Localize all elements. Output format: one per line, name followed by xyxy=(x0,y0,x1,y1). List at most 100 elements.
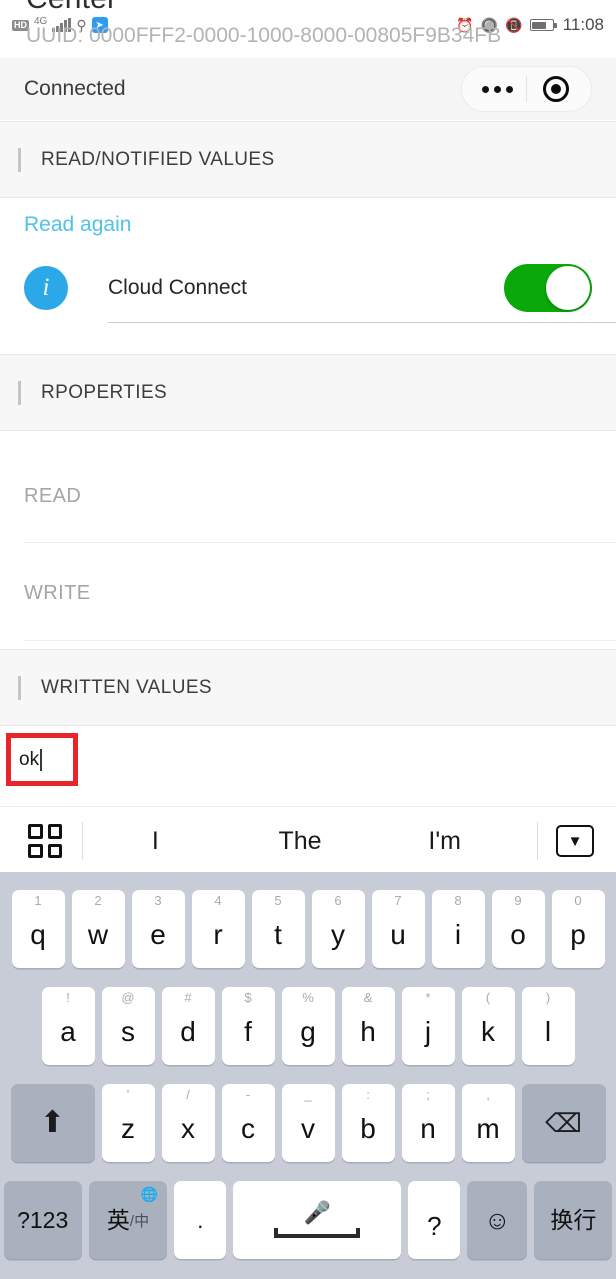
enter-key[interactable]: 换行 xyxy=(534,1181,613,1259)
key-sup: 5 xyxy=(274,893,282,908)
connection-status-label: Connected xyxy=(24,77,126,100)
key-n[interactable]: ; n xyxy=(401,1084,455,1162)
key-label: r xyxy=(213,919,223,950)
characteristic-uuid: UUID: 0000FFF2-0000-1000-8000-00805F9B34… xyxy=(26,24,502,47)
key-sup: @ xyxy=(121,990,135,1005)
keyboard-row-3: ⬆ ' z / x -c _ v :b ; n ,m ⌫ xyxy=(0,1065,616,1162)
clock-label: 11:08 xyxy=(562,15,604,34)
key-label: i xyxy=(454,919,462,950)
key-j[interactable]: * j xyxy=(401,987,455,1065)
key-sup: : xyxy=(366,1087,370,1102)
value-row-cloud-connect[interactable]: i Cloud Connect xyxy=(0,250,616,326)
globe-icon: 🌐 xyxy=(140,1186,159,1202)
key-sup: 2 xyxy=(94,893,102,908)
key-m[interactable]: ,m xyxy=(461,1084,515,1162)
annotation-highlight-box: ok xyxy=(6,733,78,786)
key-f[interactable]: $ f xyxy=(221,987,275,1065)
key-label: 换行 xyxy=(550,1206,597,1233)
key-label: f xyxy=(244,1016,252,1047)
written-value-input-area[interactable]: ok xyxy=(0,726,616,802)
backspace-icon: ⌫ xyxy=(545,1108,582,1138)
key-sup: % xyxy=(302,990,314,1005)
key-label: q xyxy=(30,919,46,950)
grid-icon[interactable] xyxy=(28,824,62,858)
read-again-link[interactable]: Read again xyxy=(0,205,616,245)
key-sup: * xyxy=(425,990,431,1005)
header-action-group xyxy=(461,66,592,112)
key-c[interactable]: -c xyxy=(221,1084,275,1162)
record-icon xyxy=(543,76,569,102)
suggestion-word-2[interactable]: The xyxy=(228,827,373,856)
section-header-properties: RPOPERTIES xyxy=(0,354,616,431)
key-sup: 3 xyxy=(154,893,162,908)
key-w[interactable]: 2w xyxy=(71,890,125,968)
section-title: WRITTEN VALUES xyxy=(41,676,212,698)
virtual-keyboard: 1q 2w 3e 4r 5t 6y 7u 8i 9o 0p ! a @ s # d $… xyxy=(0,872,616,1279)
key-v[interactable]: _ v xyxy=(281,1084,335,1162)
section-title: READ/NOTIFIED VALUES xyxy=(41,148,275,170)
text-caret xyxy=(40,748,43,771)
key-sup: # xyxy=(184,990,192,1005)
cloud-connect-toggle[interactable] xyxy=(504,264,592,312)
key-l[interactable]: ) l xyxy=(521,987,575,1065)
keyboard-row-1: 1q 2w 3e 4r 5t 6y 7u 8i 9o 0p xyxy=(0,872,616,968)
property-row-read[interactable]: READ xyxy=(0,448,616,544)
numeric-key[interactable]: ?123 xyxy=(3,1181,82,1259)
more-dots-icon xyxy=(481,85,513,93)
microphone-icon: 🎤 xyxy=(303,1200,332,1225)
key-sup: 7 xyxy=(394,893,402,908)
info-icon[interactable]: i xyxy=(24,266,68,310)
key-i[interactable]: 8i xyxy=(431,890,485,968)
key-label: d xyxy=(180,1016,196,1047)
space-key[interactable]: 🎤 xyxy=(233,1181,402,1259)
key-sup: - xyxy=(245,1087,251,1102)
key-y[interactable]: 6y xyxy=(311,890,365,968)
key-label: u xyxy=(390,919,406,950)
keyboard-row-2: ! a @ s # d $ f % g & h * j (k ) l xyxy=(0,968,616,1065)
question-key[interactable]: ? xyxy=(408,1181,461,1259)
key-d[interactable]: # d xyxy=(161,987,215,1065)
shift-icon: ⬆ xyxy=(39,1106,66,1139)
section-accent-bar xyxy=(18,380,21,405)
section-accent-bar xyxy=(18,675,21,700)
section-header-written-values: WRITTEN VALUES xyxy=(0,649,616,726)
key-sub-label: /中 xyxy=(129,1212,150,1230)
key-u[interactable]: 7u xyxy=(371,890,425,968)
more-options-button[interactable] xyxy=(468,67,526,111)
keyboard-row-4: ?123 🌐 英/中 · 🎤 ? ☺ 换行 xyxy=(0,1162,616,1259)
key-label: c xyxy=(241,1113,255,1144)
key-sup: ( xyxy=(485,990,491,1005)
key-label: p xyxy=(570,919,586,950)
key-sup: ; xyxy=(426,1087,430,1102)
key-t[interactable]: 5t xyxy=(251,890,305,968)
key-x[interactable]: / x xyxy=(161,1084,215,1162)
property-row-write[interactable]: WRITE xyxy=(0,545,616,641)
key-b[interactable]: :b xyxy=(341,1084,395,1162)
emoji-icon: ☺ xyxy=(484,1205,511,1235)
key-sup: / xyxy=(186,1087,190,1102)
key-k[interactable]: (k xyxy=(461,987,515,1065)
space-underline xyxy=(274,1228,361,1238)
key-g[interactable]: % g xyxy=(281,987,335,1065)
suggestion-word-3[interactable]: I'm xyxy=(372,827,517,856)
written-value-input[interactable]: ok xyxy=(19,749,39,771)
language-switch-key[interactable]: 🌐 英/中 xyxy=(88,1181,168,1259)
suggestion-word-1[interactable]: I xyxy=(83,827,228,856)
key-r[interactable]: 4r xyxy=(191,890,245,968)
key-sup: 8 xyxy=(454,893,462,908)
emoji-key[interactable]: ☺ xyxy=(467,1181,528,1259)
key-e[interactable]: 3e xyxy=(131,890,185,968)
property-label: WRITE xyxy=(24,581,91,604)
key-q[interactable]: 1q xyxy=(11,890,65,968)
backspace-key[interactable]: ⌫ xyxy=(521,1084,606,1162)
key-s[interactable]: @ s xyxy=(101,987,155,1065)
record-button[interactable] xyxy=(527,67,585,111)
period-key[interactable]: · xyxy=(174,1181,227,1259)
chevron-down-icon[interactable]: ▼ xyxy=(556,825,595,857)
key-h[interactable]: & h xyxy=(341,987,395,1065)
shift-key[interactable]: ⬆ xyxy=(10,1084,95,1162)
key-p[interactable]: 0p xyxy=(551,890,605,968)
key-o[interactable]: 9o xyxy=(491,890,545,968)
key-a[interactable]: ! a xyxy=(41,987,95,1065)
key-z[interactable]: ' z xyxy=(101,1084,155,1162)
